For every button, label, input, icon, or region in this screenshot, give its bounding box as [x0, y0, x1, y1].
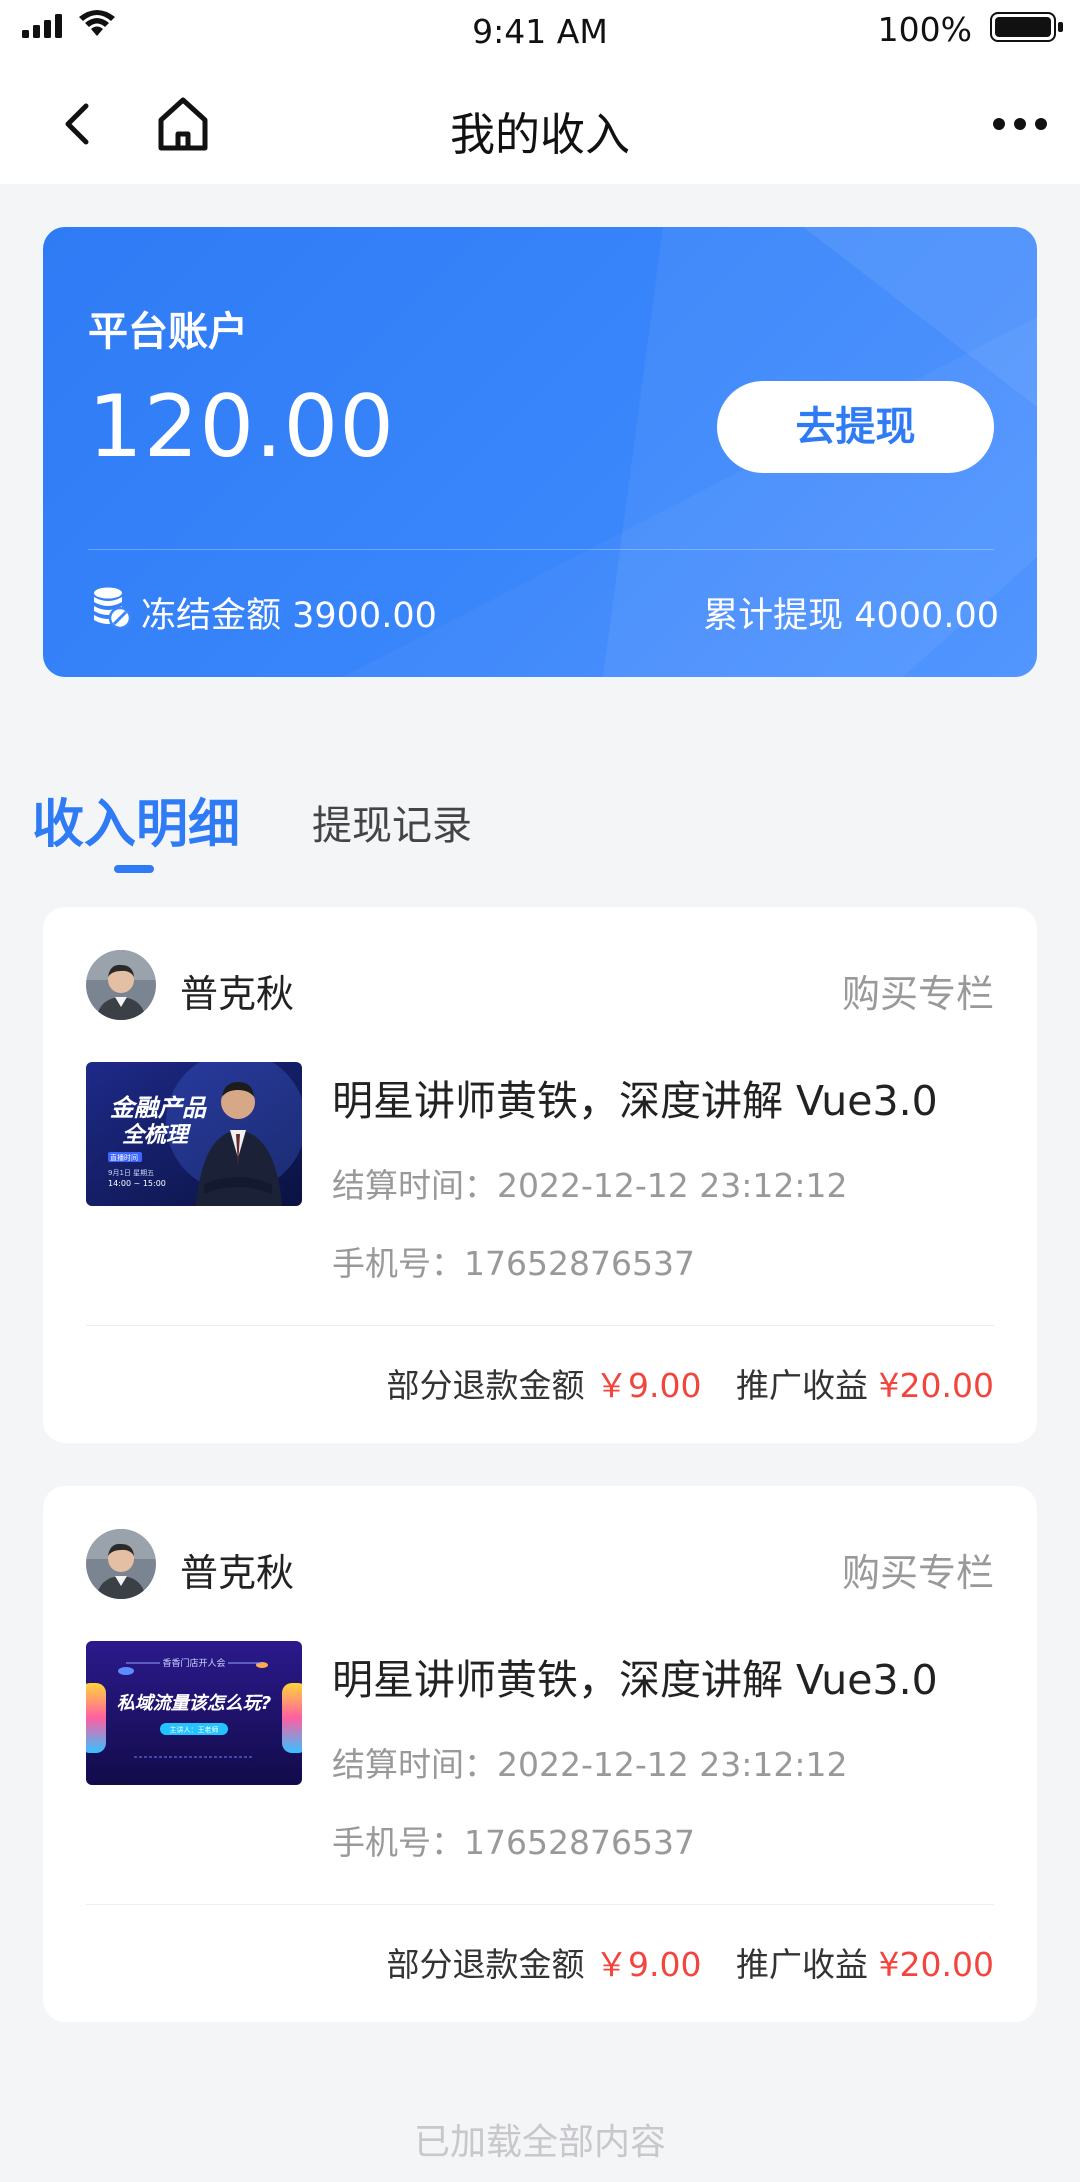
thumb-line2: 全梳理	[122, 1122, 192, 1148]
avatar	[86, 950, 156, 1020]
amount-summary: 部分退款金额 ￥9.00 推广收益 ¥20.00	[387, 1938, 994, 1986]
account-divider	[88, 549, 994, 550]
frozen-amount: 冻结金额 3900.00	[141, 596, 437, 636]
battery-icon	[990, 12, 1063, 42]
refund-label: 部分退款金额	[386, 1366, 585, 1405]
card-divider	[86, 1325, 994, 1326]
tab-withdraw-records[interactable]: 提现记录	[312, 793, 472, 851]
username: 普克秋	[180, 1551, 295, 1595]
load-complete-note: 已加载全部内容	[413, 2122, 666, 2163]
thumb-header: 香香门店开人会	[162, 1657, 225, 1669]
course-thumbnail[interactable]: 金融产品 全梳理 直播时间 9月1日 星期五 14:00 ~ 15:00	[86, 1062, 302, 1206]
refund-amount: ￥9.00	[595, 1945, 702, 1984]
more-icon[interactable]	[992, 112, 1048, 136]
thumb-line1: 私域流量该怎么玩?	[117, 1693, 271, 1714]
refund-amount: ￥9.00	[595, 1366, 702, 1405]
thumb-badge: 直播时间	[110, 1153, 138, 1162]
refund-label: 部分退款金额	[386, 1945, 585, 1984]
course-title[interactable]: 明星讲师黄铁，深度讲解 Vue3.0	[332, 1067, 938, 1127]
coins-icon	[94, 587, 131, 630]
card-divider	[86, 1904, 994, 1905]
settle-time: 结算时间：2022-12-12 23:12:12	[332, 1745, 848, 1784]
income-amount: ¥20.00	[878, 1945, 994, 1984]
nav-bar: 我的收入	[0, 62, 1080, 184]
record-type: 购买专栏	[841, 972, 994, 1016]
tab-active-indicator	[114, 865, 154, 873]
username: 普克秋	[180, 972, 295, 1016]
course-title[interactable]: 明星讲师黄铁，深度讲解 Vue3.0	[332, 1646, 938, 1706]
income-amount: ¥20.00	[878, 1366, 994, 1405]
income-record-card[interactable]: 普克秋 购买专栏 金融产品 全梳理 直播时间 9月1日 星期五 14:00 ~ …	[43, 907, 1037, 1443]
amount-summary: 部分退款金额 ￥9.00 推广收益 ¥20.00	[387, 1359, 994, 1407]
tab-income-detail[interactable]: 收入明细	[32, 782, 240, 857]
page-title: 我的收入	[449, 108, 630, 161]
total-withdrawn: 累计提现 4000.00	[703, 596, 999, 636]
thumb-badge: 主讲人：王老师	[170, 1725, 219, 1734]
withdraw-button[interactable]: 去提现	[717, 381, 994, 473]
income-label: 推广收益	[736, 1366, 869, 1405]
course-thumbnail[interactable]: 香香门店开人会 私域流量该怎么玩? 主讲人：王老师	[86, 1641, 302, 1785]
phone-number: 手机号：17652876537	[332, 1823, 695, 1862]
thumb-line1: 金融产品	[110, 1094, 207, 1122]
account-card: 平台账户 120.00 去提现 冻结金额 3900.00 累计提现 4000.0…	[43, 227, 1037, 677]
avatar	[86, 1529, 156, 1599]
page: 9:41 AM 100% 我的收入 平台账户 120.00 去提现 冻结金额 3…	[0, 0, 1080, 2182]
thumb-date: 9月1日 星期五	[108, 1169, 154, 1177]
record-type: 购买专栏	[841, 1551, 994, 1595]
phone-number: 手机号：17652876537	[332, 1244, 695, 1283]
status-bar: 9:41 AM 100%	[0, 0, 1080, 62]
income-label: 推广收益	[736, 1945, 869, 1984]
battery-percent: 100%	[877, 10, 972, 49]
thumb-time: 14:00 ~ 15:00	[108, 1179, 166, 1188]
account-label: 平台账户	[88, 309, 248, 355]
settle-time: 结算时间：2022-12-12 23:12:12	[332, 1166, 848, 1205]
account-balance: 120.00	[88, 377, 395, 477]
income-record-card[interactable]: 普克秋 购买专栏 香香门店开人会 私域流量该怎么玩? 主讲人：王老师 明星讲师黄…	[43, 1486, 1037, 2022]
